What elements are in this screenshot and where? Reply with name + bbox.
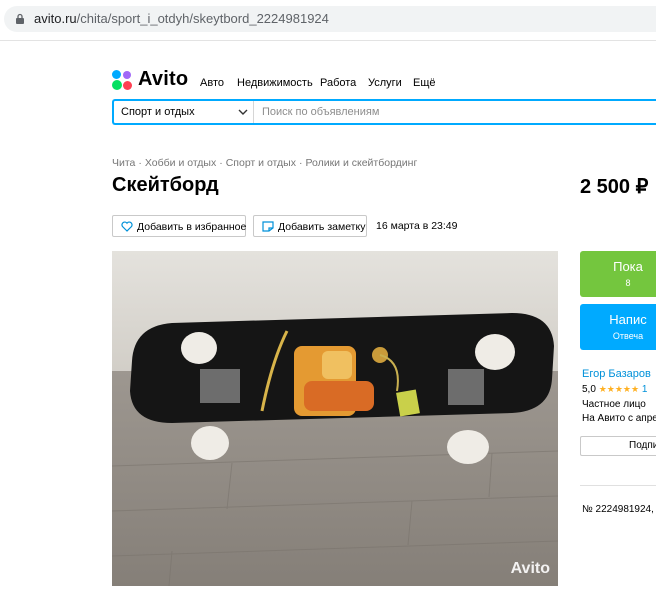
- note-label: Добавить заметку: [278, 221, 366, 233]
- add-to-favorites-button[interactable]: Добавить в избранное: [112, 215, 246, 237]
- url-field[interactable]: avito.ru/chita/sport_i_otdyh/skeytbord_2…: [4, 6, 656, 32]
- photo-watermark: Avito: [510, 560, 550, 577]
- breadcrumb-hobby[interactable]: Хобби и отдых: [145, 157, 216, 169]
- price: 2 500 ₽: [580, 176, 649, 198]
- logo-text: Avito: [138, 68, 189, 90]
- search-bar: Спорт и отдых: [112, 99, 656, 125]
- breadcrumb-skating[interactable]: Ролики и скейтбординг: [305, 157, 417, 169]
- write-message-label: Напис: [609, 312, 647, 327]
- rating-value: 5,0: [582, 384, 596, 395]
- nav-realty[interactable]: Недвижимость: [237, 77, 313, 89]
- rating-count[interactable]: 1: [642, 384, 648, 395]
- nav-jobs[interactable]: Работа: [320, 77, 356, 89]
- url-text: avito.ru/chita/sport_i_otdyh/skeytbord_2…: [34, 11, 329, 26]
- note-icon: [262, 221, 274, 232]
- write-message-sub: Отвеча: [612, 331, 644, 341]
- avito-logo-icon: [112, 70, 136, 92]
- nav-services[interactable]: Услуги: [368, 77, 402, 89]
- seller-rating: 5,0 ★★★★★ 1: [582, 384, 647, 395]
- nav-more[interactable]: Ещё: [413, 77, 436, 89]
- breadcrumb-sport[interactable]: Спорт и отдых: [226, 157, 296, 169]
- breadcrumb-city[interactable]: Чита: [112, 157, 135, 169]
- seller-name[interactable]: Егор Базаров: [582, 368, 651, 380]
- category-select[interactable]: Спорт и отдых: [114, 101, 254, 123]
- ad-number: № 2224981924,: [582, 504, 654, 515]
- add-note-button[interactable]: Добавить заметку: [253, 215, 367, 237]
- listing-photo[interactable]: Avito: [112, 251, 558, 586]
- url-host: avito.ru: [34, 11, 77, 26]
- show-phone-label: Пока: [613, 259, 643, 274]
- search-input[interactable]: [262, 103, 652, 121]
- heart-icon: [121, 221, 133, 232]
- category-label: Спорт и отдых: [121, 106, 195, 118]
- nav-auto[interactable]: Авто: [200, 77, 224, 89]
- divider: [580, 485, 656, 486]
- skateboard-photo: [112, 251, 558, 586]
- subscribe-label: Подпи: [629, 440, 656, 451]
- write-message-button[interactable]: Напис Отвеча: [580, 304, 656, 350]
- subscribe-button[interactable]: Подпи: [580, 436, 656, 456]
- show-phone-number: 8: [625, 278, 631, 288]
- chevron-down-icon: [238, 109, 248, 115]
- browser-address-bar: avito.ru/chita/sport_i_otdyh/skeytbord_2…: [0, 0, 656, 41]
- favorite-label: Добавить в избранное: [137, 221, 247, 233]
- publish-date: 16 марта в 23:49: [376, 220, 458, 232]
- url-path: /chita/sport_i_otdyh/skeytbord_222498192…: [76, 11, 329, 26]
- show-phone-button[interactable]: Пока 8: [580, 251, 656, 297]
- page-title: Скейтборд: [112, 174, 219, 196]
- rating-stars-icon: ★★★★★: [598, 384, 640, 394]
- on-avito-since: На Авито с апре: [582, 413, 656, 424]
- breadcrumb: Чита · Хобби и отдых · Спорт и отдых · Ролики …: [112, 157, 418, 169]
- lock-icon: [16, 13, 24, 24]
- seller-type: Частное лицо: [582, 399, 646, 410]
